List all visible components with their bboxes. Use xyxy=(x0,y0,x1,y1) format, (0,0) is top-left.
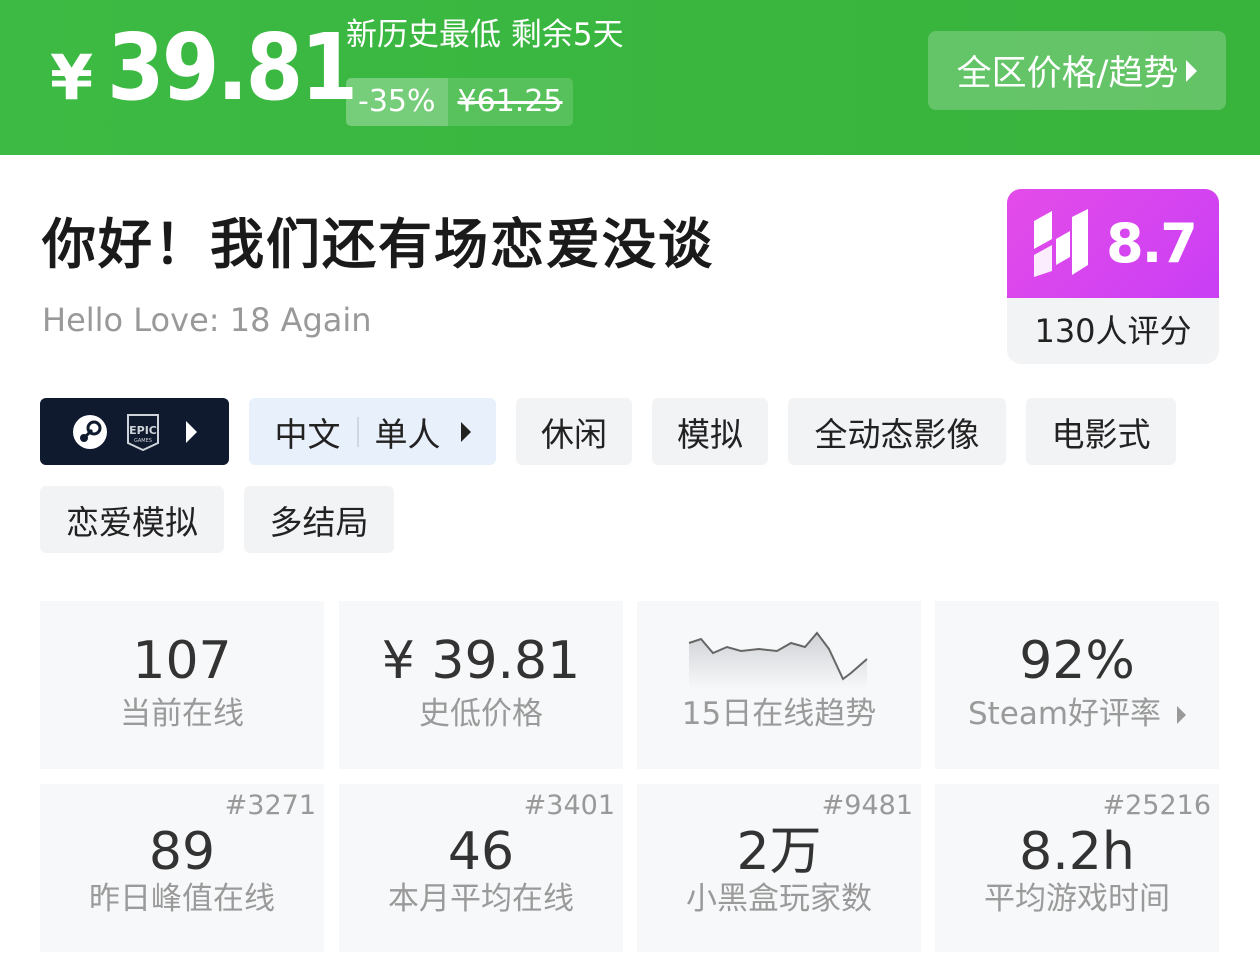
stat-steam-rating[interactable]: 92% Steam好评率 xyxy=(935,601,1219,769)
stat-value: 107 xyxy=(132,631,232,691)
stat-rank: #9481 xyxy=(821,790,913,821)
stat-label: 史低价格 xyxy=(419,696,543,732)
original-price: ¥61.25 xyxy=(447,78,573,126)
discount-badge: -35% xyxy=(346,78,448,126)
chevron-right-icon xyxy=(460,421,471,442)
stat-value: ¥ 39.81 xyxy=(381,631,581,691)
stat-value: 89 xyxy=(148,822,216,882)
game-subtitle-en: Hello Love: 18 Again xyxy=(42,301,372,339)
stat-rank: #3401 xyxy=(523,790,615,821)
deal-text: 新历史最低 剩余5天 xyxy=(346,17,624,53)
genre-tag[interactable]: 恋爱模拟 xyxy=(40,486,224,553)
stat-label: 15日在线趋势 xyxy=(681,696,877,732)
stat-label: 当前在线 xyxy=(120,696,244,732)
language-mode-tag[interactable]: 中文 单人 xyxy=(249,398,496,465)
stat-value: 8.2h xyxy=(1019,822,1135,882)
genre-tag[interactable]: 电影式 xyxy=(1026,398,1176,465)
stat-lowest-price[interactable]: ¥ 39.81 史低价格 xyxy=(339,601,623,769)
stat-peak-yesterday[interactable]: #3271 89 昨日峰值在线 xyxy=(40,784,324,952)
stat-players[interactable]: #9481 2万 小黑盒玩家数 xyxy=(637,784,921,952)
epic-games-icon: EPIC GAMES xyxy=(127,413,159,451)
chevron-right-icon xyxy=(1177,705,1187,724)
stat-label-row: Steam好评率 xyxy=(935,699,1219,730)
region-price-button[interactable]: 全区价格/趋势 xyxy=(928,31,1226,110)
genre-tag[interactable]: 模拟 xyxy=(652,398,768,465)
svg-text:EPIC: EPIC xyxy=(129,424,157,437)
genre-tag[interactable]: 全动态影像 xyxy=(788,398,1006,465)
game-title: 你好！我们还有场恋爱没谈 xyxy=(42,213,714,276)
stat-rank: #25216 xyxy=(1102,790,1211,821)
stat-current-online[interactable]: 107 当前在线 xyxy=(40,601,324,769)
stat-label: Steam好评率 xyxy=(967,696,1162,732)
online-trend-sparkline xyxy=(688,631,868,689)
svg-text:GAMES: GAMES xyxy=(134,438,152,444)
heybox-logo-icon xyxy=(1034,208,1089,277)
stat-monthly-avg[interactable]: #3401 46 本月平均在线 xyxy=(339,784,623,952)
platform-tag[interactable]: EPIC GAMES xyxy=(40,398,229,465)
stat-label: 小黑盒玩家数 xyxy=(686,881,872,917)
score-header: 8.7 xyxy=(1007,189,1219,298)
price-banner: ¥ 39.81 新历史最低 剩余5天 -35% ¥61.25 全区价格/趋势 xyxy=(0,0,1260,155)
discount-box: -35% ¥61.25 xyxy=(346,78,573,126)
steam-icon xyxy=(73,414,107,449)
genre-tag[interactable]: 多结局 xyxy=(244,486,394,553)
stat-value: 92% xyxy=(1019,631,1135,691)
stat-rank: #3271 xyxy=(224,790,316,821)
price-amount: 39.81 xyxy=(107,14,358,121)
stat-label: 本月平均在线 xyxy=(388,881,574,917)
stat-avg-playtime[interactable]: #25216 8.2h 平均游戏时间 xyxy=(935,784,1219,952)
score-card[interactable]: 8.7 130人评分 xyxy=(1007,189,1219,364)
price-currency: ¥ xyxy=(50,41,94,114)
chevron-right-icon xyxy=(1186,59,1198,82)
chevron-right-icon xyxy=(186,420,197,443)
stat-label: 平均游戏时间 xyxy=(984,881,1170,917)
stat-value: 46 xyxy=(447,822,515,882)
divider xyxy=(356,416,359,447)
genre-tag[interactable]: 休闲 xyxy=(516,398,632,465)
score-count: 130人评分 xyxy=(1034,312,1192,350)
stat-label: 昨日峰值在线 xyxy=(89,881,275,917)
language-label: 中文 xyxy=(274,414,341,454)
stat-online-trend[interactable]: 15日在线趋势 xyxy=(637,601,921,769)
region-price-label: 全区价格/趋势 xyxy=(956,54,1179,94)
mode-label: 单人 xyxy=(374,414,441,454)
stat-value: 2万 xyxy=(736,822,822,882)
current-price: ¥ 39.81 xyxy=(50,22,383,132)
score-value: 8.7 xyxy=(1106,212,1198,275)
